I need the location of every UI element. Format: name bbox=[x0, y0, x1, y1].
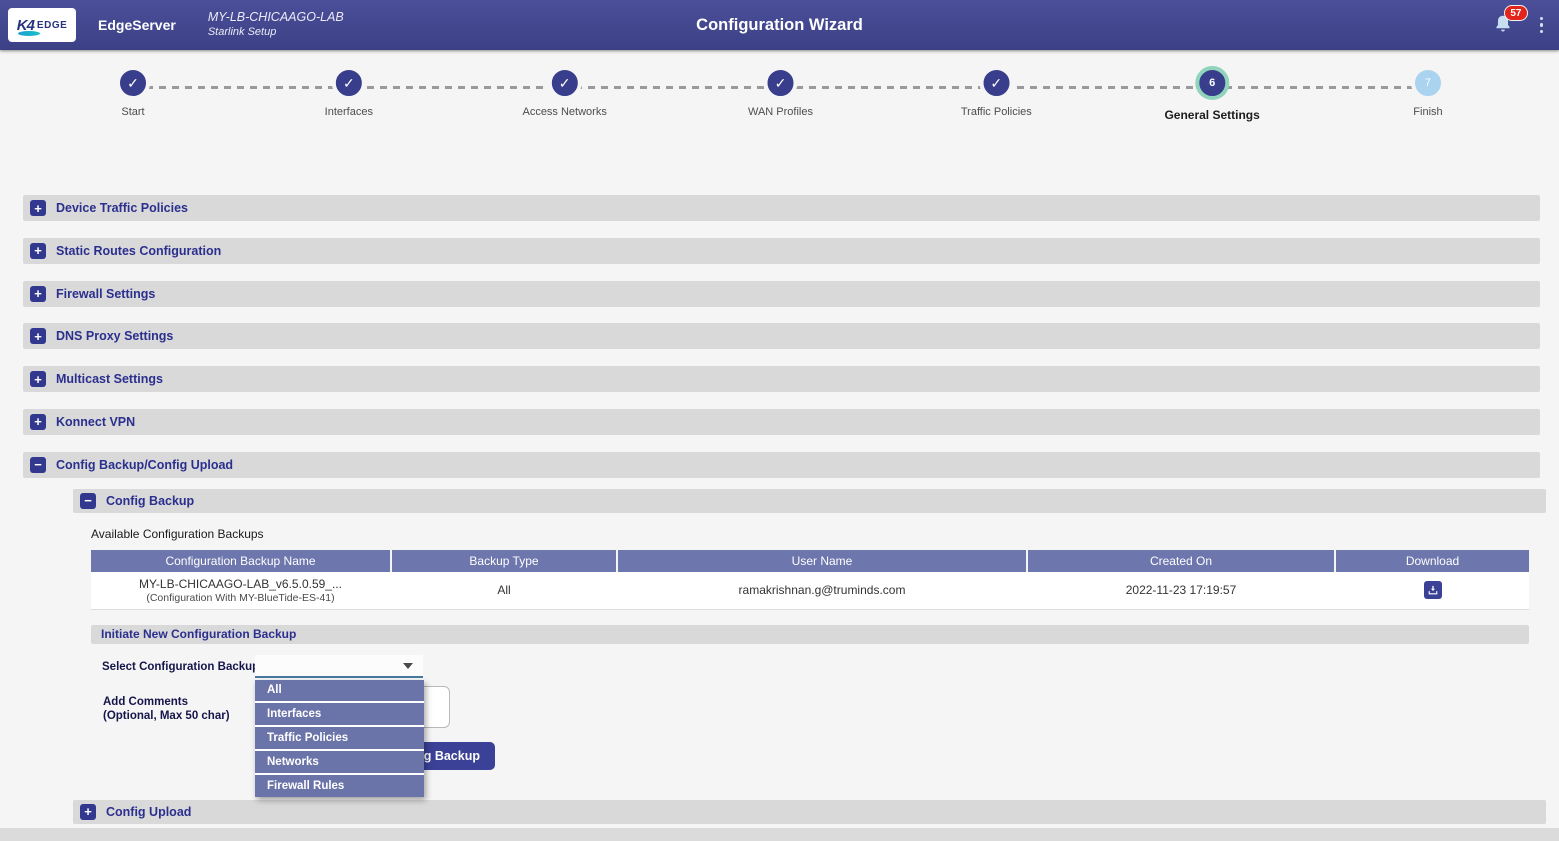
column-header-configuration-backup-name: Configuration Backup Name bbox=[91, 550, 390, 572]
config-backup-upload-body: − Config Backup Available Configuration … bbox=[73, 489, 1546, 824]
stepper-step-finish: 7 Finish bbox=[1411, 62, 1445, 118]
comments-hint-label: (Optional, Max 50 char) bbox=[103, 710, 230, 722]
section-multicast-settings[interactable]: + Multicast Settings bbox=[23, 366, 1540, 392]
backup-type-select[interactable] bbox=[255, 655, 423, 678]
cell-backup-type: All bbox=[392, 572, 616, 609]
chevron-down-icon bbox=[403, 663, 413, 669]
notifications-button[interactable]: 57 bbox=[1492, 13, 1516, 37]
wizard-stepper: ✓ Start ✓ Interfaces ✓ Access Networks ✓ WAN Pr… bbox=[0, 62, 1559, 140]
dropdown-option-all[interactable]: All bbox=[255, 680, 424, 704]
device-name: MY-LB-CHICAAGO-LAB bbox=[208, 10, 344, 26]
initiate-backup-label: Initiate New Configuration Backup bbox=[101, 627, 296, 641]
expand-icon[interactable]: + bbox=[80, 804, 96, 820]
stepper-step-start: ✓ Start bbox=[116, 62, 150, 118]
section-label: Firewall Settings bbox=[56, 287, 155, 301]
step-check-icon[interactable]: ✓ bbox=[763, 66, 797, 100]
dropdown-option-interfaces[interactable]: Interfaces bbox=[255, 703, 424, 727]
stepper-step-traffic-policies: ✓ Traffic Policies bbox=[961, 62, 1032, 118]
device-context: MY-LB-CHICAAGO-LAB Starlink Setup bbox=[208, 10, 344, 39]
backup-type-dropdown: AllInterfacesTraffic PoliciesNetworksFir… bbox=[255, 680, 424, 797]
step-label: Finish bbox=[1411, 106, 1445, 118]
comments-label: Add Comments bbox=[103, 696, 188, 708]
step-label: Traffic Policies bbox=[961, 106, 1032, 118]
step-label: Start bbox=[116, 106, 150, 118]
section-label: Device Traffic Policies bbox=[56, 201, 188, 215]
table-row: MY-LB-CHICAAGO-LAB_v6.5.0.59_...(Configu… bbox=[91, 572, 1529, 610]
step-check-icon[interactable]: ✓ bbox=[332, 66, 366, 100]
section-label: Config Backup/Config Upload bbox=[56, 458, 233, 472]
cell-user-name: ramakrishnan.g@truminds.com bbox=[618, 572, 1026, 609]
header-bar: K4 EDGE EdgeServer MY-LB-CHICAAGO-LAB St… bbox=[0, 0, 1559, 50]
step-label: Access Networks bbox=[522, 106, 606, 118]
stepper-step-access-networks: ✓ Access Networks bbox=[522, 62, 606, 118]
section-label: Config Upload bbox=[106, 805, 191, 819]
step-number[interactable]: 7 bbox=[1411, 66, 1445, 100]
step-label: WAN Profiles bbox=[748, 106, 813, 118]
cell-download bbox=[1336, 572, 1529, 609]
stepper-step-interfaces: ✓ Interfaces bbox=[325, 62, 373, 118]
section-config-backup-config-upload[interactable]: −Config Backup/Config Upload bbox=[23, 452, 1540, 478]
backups-table-header: Configuration Backup NameBackup TypeUser… bbox=[91, 550, 1529, 572]
download-button[interactable] bbox=[1424, 581, 1442, 599]
dropdown-option-networks[interactable]: Networks bbox=[255, 751, 424, 775]
step-label: Interfaces bbox=[325, 106, 373, 118]
expand-icon[interactable]: + bbox=[30, 286, 46, 302]
notification-badge: 57 bbox=[1504, 5, 1527, 21]
initiate-backup-section-header: Initiate New Configuration Backup bbox=[91, 625, 1529, 644]
section-label: Static Routes Configuration bbox=[56, 244, 221, 258]
stepper-step-general-settings: 6 General Settings bbox=[1164, 62, 1259, 122]
section-config-backup[interactable]: − Config Backup bbox=[73, 489, 1546, 513]
section-config-upload[interactable]: + Config Upload bbox=[73, 800, 1546, 824]
step-check-icon[interactable]: ✓ bbox=[548, 66, 582, 100]
settings-accordion-list: + Device Traffic Policies + Static Routes C… bbox=[23, 195, 1540, 824]
section-konnect-vpn[interactable]: + Konnect VPN bbox=[23, 409, 1540, 435]
section-label: Konnect VPN bbox=[56, 415, 135, 429]
app-root: K4 EDGE EdgeServer MY-LB-CHICAAGO-LAB St… bbox=[0, 0, 1559, 841]
device-setup-type: Starlink Setup bbox=[208, 26, 344, 40]
dropdown-option-firewall-rules[interactable]: Firewall Rules bbox=[255, 775, 424, 797]
section-dns-proxy-settings[interactable]: + DNS Proxy Settings bbox=[23, 323, 1540, 349]
logo-wave-icon bbox=[18, 31, 40, 36]
page-bottom-strip bbox=[0, 828, 1559, 841]
stepper-step-wan-profiles: ✓ WAN Profiles bbox=[748, 62, 813, 118]
section-label: DNS Proxy Settings bbox=[56, 329, 173, 343]
column-header-user-name: User Name bbox=[618, 550, 1026, 572]
k4edge-logo: K4 EDGE bbox=[8, 8, 76, 42]
cell-backup-name: MY-LB-CHICAAGO-LAB_v6.5.0.59_...(Configu… bbox=[91, 572, 390, 609]
available-backups-label: Available Configuration Backups bbox=[91, 527, 1546, 541]
column-header-download: Download bbox=[1336, 550, 1529, 572]
expand-icon[interactable]: + bbox=[30, 243, 46, 259]
expand-icon[interactable]: + bbox=[30, 328, 46, 344]
logo-edge-text: EDGE bbox=[37, 20, 67, 31]
cell-created-on: 2022-11-23 17:19:57 bbox=[1028, 572, 1334, 609]
section-device-traffic-policies[interactable]: + Device Traffic Policies bbox=[23, 195, 1540, 221]
collapse-icon[interactable]: − bbox=[30, 457, 46, 473]
overflow-menu-button[interactable] bbox=[1534, 13, 1550, 38]
step-label: General Settings bbox=[1164, 108, 1259, 122]
initiate-backup-form: Select Configuration Backup type Add Com… bbox=[73, 644, 1546, 800]
step-number[interactable]: 6 bbox=[1195, 66, 1229, 100]
step-check-icon[interactable]: ✓ bbox=[979, 66, 1013, 100]
column-header-created-on: Created On bbox=[1028, 550, 1334, 572]
section-label: Config Backup bbox=[106, 494, 194, 508]
product-name: EdgeServer bbox=[98, 17, 176, 33]
expand-icon[interactable]: + bbox=[30, 200, 46, 216]
step-check-icon[interactable]: ✓ bbox=[116, 66, 150, 100]
header-actions: 57 bbox=[1492, 13, 1550, 38]
page-title: Configuration Wizard bbox=[696, 16, 863, 35]
section-static-routes-configuration[interactable]: + Static Routes Configuration bbox=[23, 238, 1540, 264]
column-header-backup-type: Backup Type bbox=[392, 550, 616, 572]
backups-table: Configuration Backup NameBackup TypeUser… bbox=[91, 550, 1529, 610]
dropdown-option-traffic-policies[interactable]: Traffic Policies bbox=[255, 727, 424, 751]
collapse-icon[interactable]: − bbox=[80, 493, 96, 509]
expand-icon[interactable]: + bbox=[30, 371, 46, 387]
expand-icon[interactable]: + bbox=[30, 414, 46, 430]
section-firewall-settings[interactable]: + Firewall Settings bbox=[23, 281, 1540, 307]
section-label: Multicast Settings bbox=[56, 372, 163, 386]
download-icon bbox=[1427, 584, 1439, 596]
